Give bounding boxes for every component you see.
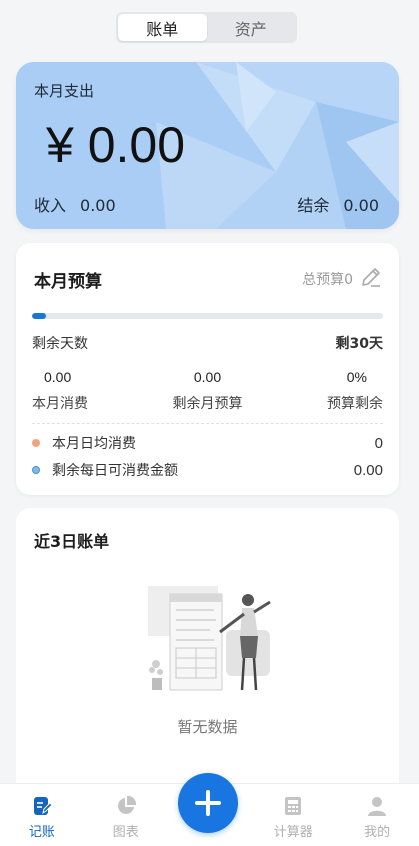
- stat-month-spending: 0.00 本月消费: [16, 369, 149, 413]
- expense-amount: ¥ 0.00: [46, 117, 186, 173]
- budget-progress-fill: [32, 313, 47, 319]
- divider: [32, 423, 383, 424]
- balance-label: 结余: [297, 196, 330, 215]
- calculator-icon: [285, 797, 302, 815]
- empty-state-text: 暂无数据: [177, 718, 238, 736]
- recent-bills-title: 近3日账单: [34, 532, 110, 551]
- stat-label: 本月消费: [32, 396, 88, 412]
- nav-label: 我的: [364, 825, 391, 840]
- nav-profile[interactable]: 我的: [335, 784, 419, 846]
- stat-label: 剩余月预算: [172, 396, 243, 412]
- stat-value: 0.00: [44, 369, 72, 385]
- budget-stats: 0.00 本月消费 0.00 剩余月预算 0% 预算剩余: [16, 369, 399, 413]
- income-value: 0.00: [80, 196, 116, 215]
- budget-progress-bar: [32, 313, 383, 319]
- tab-bills[interactable]: 账单: [118, 14, 207, 41]
- stat-label: 预算剩余: [327, 396, 383, 412]
- expense-label: 本月支出: [34, 82, 95, 100]
- daily-available-value: 0.00: [353, 461, 383, 479]
- nav-label: 图表: [112, 825, 139, 840]
- remaining-days-label: 剩余天数: [32, 336, 88, 352]
- daily-available-label: 剩余每日可消费金额: [52, 463, 178, 479]
- stat-value: 0.00: [193, 369, 222, 385]
- daily-average-value: 0: [374, 434, 383, 452]
- total-budget-label[interactable]: 总预算0: [302, 269, 353, 289]
- monthly-expense-card[interactable]: 本月支出 ¥ 0.00 收入 0.00 结余 0.00: [16, 62, 399, 229]
- balance-summary: 结余 0.00: [297, 192, 379, 216]
- stat-value: 0%: [346, 369, 367, 385]
- chart-icon: [117, 795, 136, 814]
- daily-average-row: 本月日均消费 0: [32, 433, 383, 453]
- add-bill-button[interactable]: [178, 773, 238, 833]
- nav-label: 计算器: [273, 825, 313, 840]
- bill-icon: [33, 797, 53, 815]
- balance-value: 0.00: [343, 196, 379, 215]
- remaining-days-value: 剩30天: [335, 336, 383, 352]
- daily-available-row: 剩余每日可消费金额 0.00: [32, 460, 383, 480]
- income-label: 收入: [34, 196, 67, 215]
- nav-label: 记账: [28, 825, 55, 840]
- stat-remaining-budget: 0.00 剩余月预算: [149, 369, 266, 413]
- recent-bills-card: 近3日账单 暂无数据: [16, 508, 399, 788]
- income-summary: 收入 0.00: [34, 192, 116, 216]
- budget-title: 本月预算: [34, 272, 102, 292]
- empty-state-illustration: [148, 586, 271, 691]
- monthly-budget-card: 本月预算 总预算0 剩余天数 剩30天 0.00 本月消费 0.00 剩余月预算…: [16, 243, 399, 495]
- edit-icon[interactable]: [359, 265, 383, 289]
- view-switch: 账单 资产: [116, 12, 297, 43]
- plus-icon: [195, 790, 221, 816]
- stat-budget-remaining-percent: 0% 预算剩余: [266, 369, 399, 413]
- blue-dot-icon: [32, 466, 40, 474]
- orange-dot-icon: [32, 439, 40, 447]
- user-icon: [368, 797, 387, 816]
- nav-chart[interactable]: 图表: [84, 784, 168, 846]
- daily-average-label: 本月日均消费: [52, 436, 136, 452]
- nav-bill[interactable]: 记账: [0, 784, 84, 846]
- nav-calculator[interactable]: 计算器: [251, 784, 335, 846]
- tab-assets[interactable]: 资产: [207, 14, 296, 41]
